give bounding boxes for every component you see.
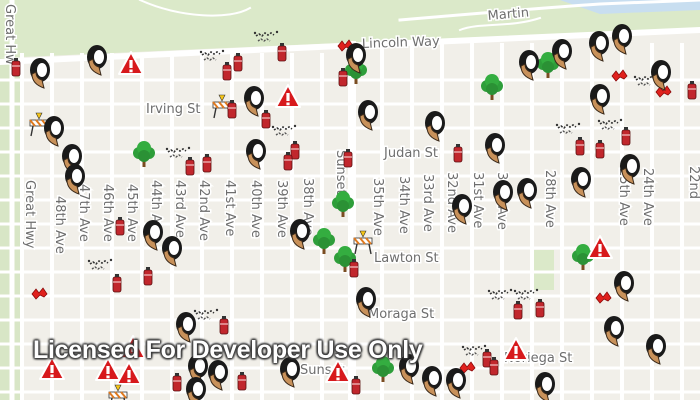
street-label-lawton: Lawton St [374,251,439,266]
fire-extinguisher-icon[interactable] [237,371,247,391]
street-label-judan: Judan St [383,146,438,161]
pothole-icon[interactable] [185,376,207,400]
fire-extinguisher-icon[interactable] [338,67,348,87]
street-label-lincoln: Lincoln Way [362,34,441,52]
street-label-great-hwy: Great Hwy [22,180,37,249]
map-view[interactable]: Lincoln Way Martin Irving St Judan St La… [0,0,700,400]
fire-extinguisher-icon[interactable] [11,57,21,77]
street-label-ave34: 34th Ave [396,176,411,234]
street-label-ave45: 45th Ave [124,184,139,242]
fire-extinguisher-icon[interactable] [349,258,359,278]
street-label-ave22: 22nd [686,166,700,199]
street-label-ave43: 43rd Ave [172,180,187,238]
fire-extinguisher-icon[interactable] [143,266,153,286]
street-label-ave42: 42nd Ave [196,180,211,241]
fire-extinguisher-icon[interactable] [219,315,229,335]
street-label-ave28: 28th Ave [542,170,557,228]
fire-extinguisher-icon[interactable] [222,61,232,81]
fire-extinguisher-icon[interactable] [687,80,697,100]
fire-extinguisher-icon[interactable] [115,216,125,236]
street-label-irving: Irving St [146,102,200,117]
fire-extinguisher-icon[interactable] [489,356,499,376]
fire-extinguisher-icon[interactable] [261,109,271,129]
fire-extinguisher-icon[interactable] [343,148,353,168]
street-label-moraga: Moraga St [368,307,434,322]
street-label-ave33: 33rd Ave [420,174,435,232]
developer-license-watermark: Licensed For Developer Use Only [33,336,423,364]
fire-extinguisher-icon[interactable] [277,42,287,62]
fire-extinguisher-icon[interactable] [185,156,195,176]
fire-extinguisher-icon[interactable] [227,99,237,119]
street-label-ave31: 31st Ave [470,172,485,228]
fire-extinguisher-icon[interactable] [453,143,463,163]
street-label-ave40: 40th Ave [248,180,263,238]
fire-extinguisher-icon[interactable] [112,273,122,293]
street-label-ave35: 35th Ave [370,178,385,236]
fire-extinguisher-icon[interactable] [202,153,212,173]
fire-extinguisher-icon[interactable] [513,300,523,320]
fire-extinguisher-icon[interactable] [595,139,605,159]
street-label-great-hwy-top: Great Hw [2,4,17,65]
fire-extinguisher-icon[interactable] [621,126,631,146]
street-label-ave24: 24th Ave [640,168,655,226]
fire-extinguisher-icon[interactable] [575,136,585,156]
fire-extinguisher-icon[interactable] [172,372,182,392]
street-label-ave41: 41st Ave [222,180,237,236]
street-label-ave46: 46th Ave [100,184,115,242]
fire-extinguisher-icon[interactable] [233,52,243,72]
street-label-ave39: 39th Ave [274,180,289,238]
street-label-ave48: 48th Ave [52,196,67,254]
fire-extinguisher-icon[interactable] [283,151,293,171]
fire-extinguisher-icon[interactable] [351,375,361,395]
fire-extinguisher-icon[interactable] [535,298,545,318]
